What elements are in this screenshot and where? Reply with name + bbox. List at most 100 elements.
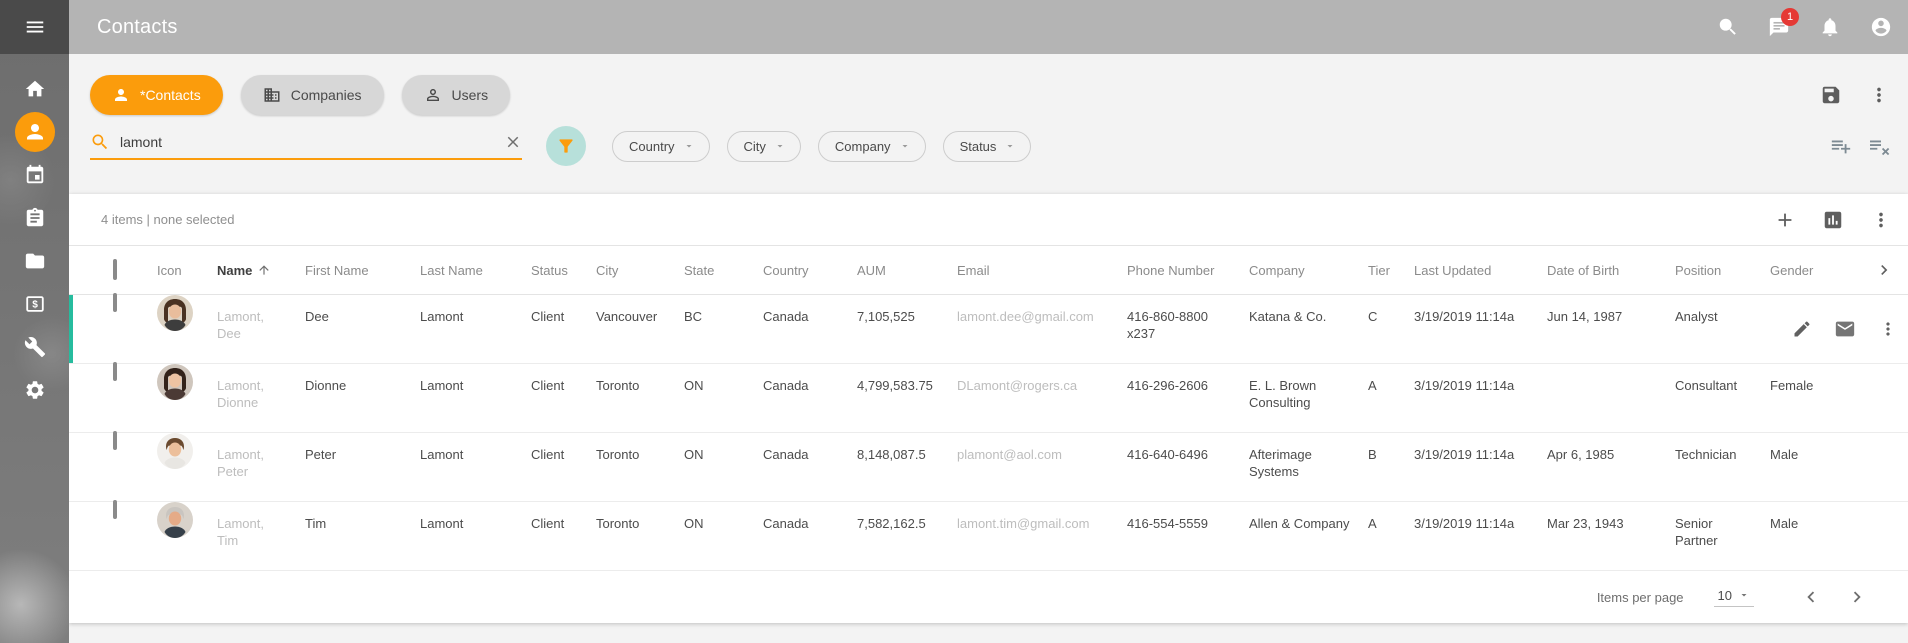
- row-checkbox[interactable]: [113, 431, 117, 450]
- search-input[interactable]: [120, 134, 504, 150]
- column-label: Name: [217, 263, 252, 278]
- table-row[interactable]: Lamont,Peter Peter Lamont Client Toronto…: [69, 433, 1908, 502]
- cell-company: Afterimage Systems: [1249, 433, 1368, 501]
- filter-chip-status[interactable]: Status: [943, 131, 1032, 162]
- column-header-email[interactable]: Email: [957, 263, 1127, 278]
- column-header-aum[interactable]: AUM: [857, 263, 957, 278]
- page-size-value: 10: [1718, 588, 1732, 603]
- sidebar-item-calendar[interactable]: [0, 153, 69, 196]
- svg-text:$: $: [32, 299, 38, 310]
- cell-position: Consultant: [1675, 364, 1770, 432]
- column-header-company[interactable]: Company: [1249, 263, 1368, 278]
- table-row[interactable]: Lamont,Dee Dee Lamont Client Vancouver B…: [69, 295, 1908, 364]
- avatar: [157, 364, 217, 400]
- notifications-button[interactable]: [1819, 16, 1841, 38]
- chevron-down-icon: [1004, 140, 1016, 152]
- select-all-checkbox[interactable]: [113, 259, 117, 280]
- filter-chip-country[interactable]: Country: [612, 131, 710, 162]
- filter-button[interactable]: [546, 126, 586, 166]
- sidebar-item-billing[interactable]: $: [0, 282, 69, 325]
- more-vert-icon[interactable]: [1868, 84, 1890, 106]
- tab-companies[interactable]: Companies: [241, 75, 384, 115]
- column-header-last-name[interactable]: Last Name: [420, 263, 531, 278]
- page-size-select[interactable]: 10: [1714, 588, 1754, 607]
- filter-chip-company[interactable]: Company: [818, 131, 926, 162]
- clear-search-icon[interactable]: [504, 133, 522, 151]
- cell-company: E. L. Brown Consulting: [1249, 364, 1368, 432]
- edit-icon[interactable]: [1792, 319, 1812, 339]
- column-header-icon[interactable]: Icon: [157, 263, 217, 278]
- cell-first-name: Dee: [305, 295, 420, 363]
- global-search-button[interactable]: [1717, 16, 1739, 38]
- sidebar-item-contacts[interactable]: [0, 110, 69, 153]
- save-icon[interactable]: [1820, 84, 1842, 106]
- table-row[interactable]: Lamont,Dionne Dionne Lamont Client Toron…: [69, 364, 1908, 433]
- cell-status: Client: [531, 295, 596, 363]
- search-icon: [1717, 16, 1739, 38]
- cell-aum: 7,105,525: [857, 295, 957, 363]
- table-header-row: Icon Name First Name Last Name Status Ci…: [69, 246, 1908, 295]
- tab-label: Users: [452, 87, 489, 103]
- row-checkbox[interactable]: [113, 500, 117, 519]
- column-header-status[interactable]: Status: [531, 263, 596, 278]
- column-header-name[interactable]: Name: [217, 263, 305, 278]
- table-row[interactable]: Lamont,Tim Tim Lamont Client Toronto ON …: [69, 502, 1908, 571]
- column-header-state[interactable]: State: [684, 263, 763, 278]
- cell-tier: C: [1368, 295, 1414, 363]
- previous-page-icon[interactable]: [1800, 586, 1822, 608]
- playlist-remove-icon[interactable]: [1870, 135, 1892, 157]
- filter-chip-city[interactable]: City: [727, 131, 801, 162]
- sort-asc-icon: [257, 263, 271, 277]
- scroll-columns-right-icon[interactable]: [1874, 260, 1894, 280]
- column-header-last-updated[interactable]: Last Updated: [1414, 263, 1547, 278]
- contacts-table-card: 4 items | none selected Icon Name First …: [69, 194, 1908, 623]
- cell-phone: 416-296-2606: [1127, 364, 1249, 432]
- cell-last-name: Lamont: [420, 364, 531, 432]
- cell-phone: 416-554-5559: [1127, 502, 1249, 570]
- row-checkbox[interactable]: [113, 362, 117, 381]
- row-checkbox[interactable]: [113, 293, 117, 312]
- cell-phone: 416-860-8800 x237: [1127, 295, 1249, 363]
- hamburger-icon: [24, 16, 46, 38]
- column-header-position[interactable]: Position: [1675, 263, 1770, 278]
- tab-contacts[interactable]: *Contacts: [90, 75, 223, 115]
- avatar: [157, 502, 217, 538]
- column-header-date-of-birth[interactable]: Date of Birth: [1547, 263, 1675, 278]
- cell-state: ON: [684, 433, 763, 501]
- column-header-country[interactable]: Country: [763, 263, 857, 278]
- cell-gender: Male: [1770, 433, 1908, 501]
- next-page-icon[interactable]: [1846, 586, 1868, 608]
- sidebar-item-tasks[interactable]: [0, 196, 69, 239]
- cell-aum: 8,148,087.5: [857, 433, 957, 501]
- building-icon: [263, 86, 281, 104]
- messages-button[interactable]: 1: [1768, 16, 1790, 38]
- column-header-phone[interactable]: Phone Number: [1127, 263, 1249, 278]
- sidebar-item-settings[interactable]: [0, 368, 69, 411]
- cell-city: Toronto: [596, 502, 684, 570]
- cell-email: DLamont@rogers.ca: [957, 364, 1127, 432]
- cell-country: Canada: [763, 502, 857, 570]
- hamburger-menu-button[interactable]: [0, 0, 69, 54]
- column-header-first-name[interactable]: First Name: [305, 263, 420, 278]
- account-circle-icon: [1870, 16, 1892, 38]
- sidebar-item-documents[interactable]: [0, 239, 69, 282]
- tab-label: Companies: [291, 87, 362, 103]
- column-header-city[interactable]: City: [596, 263, 684, 278]
- sidebar-item-home[interactable]: [0, 67, 69, 110]
- cell-gender: Female: [1770, 364, 1908, 432]
- tab-users[interactable]: Users: [402, 75, 511, 115]
- items-per-page-label: Items per page: [1597, 590, 1684, 605]
- chart-view-icon[interactable]: [1822, 209, 1844, 231]
- person-icon: [23, 120, 47, 144]
- column-header-tier[interactable]: Tier: [1368, 263, 1414, 278]
- more-vert-icon[interactable]: [1870, 209, 1892, 231]
- sidebar-item-tools[interactable]: [0, 325, 69, 368]
- account-button[interactable]: [1870, 16, 1892, 38]
- email-icon[interactable]: [1834, 318, 1856, 340]
- cell-status: Client: [531, 364, 596, 432]
- row-more-icon[interactable]: [1878, 319, 1898, 339]
- chip-label: Country: [629, 139, 675, 154]
- add-contact-icon[interactable]: [1774, 209, 1796, 231]
- page-title: Contacts: [69, 16, 178, 39]
- playlist-add-icon[interactable]: [1830, 135, 1852, 157]
